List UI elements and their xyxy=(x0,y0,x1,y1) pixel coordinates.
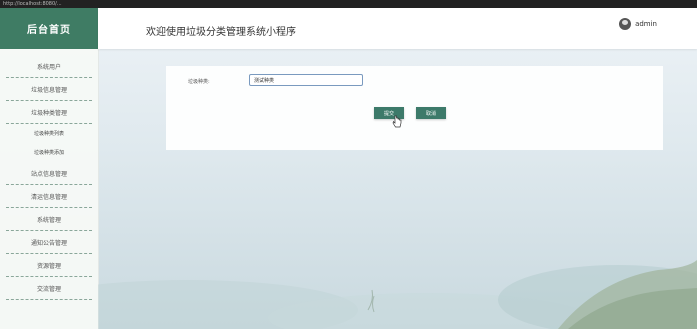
username-label[interactable]: admin xyxy=(635,20,657,28)
background-scenery xyxy=(98,260,697,329)
sidebar-brand[interactable]: 后台首页 xyxy=(0,8,98,49)
page-title: 欢迎使用垃圾分类管理系统小程序 xyxy=(146,27,296,38)
browser-topstrip: http://localhost:8080/... xyxy=(0,0,697,8)
garbage-type-input[interactable] xyxy=(249,74,363,86)
sidebar-subitem-type-add[interactable]: 垃圾种类添加 xyxy=(6,143,92,162)
sidebar-item-garbage-type[interactable]: 垃圾种类管理 xyxy=(6,101,92,124)
sidebar-item-collection-info[interactable]: 清运信息管理 xyxy=(6,185,92,208)
sidebar-item-system-users[interactable]: 系统用户 xyxy=(6,55,92,78)
garbage-type-label: 垃圾种类: xyxy=(188,79,210,85)
sidebar-item-resource-management[interactable]: 资源管理 xyxy=(6,254,92,277)
sidebar-item-garbage-info[interactable]: 垃圾信息管理 xyxy=(6,78,92,101)
cancel-button[interactable]: 取消 xyxy=(416,107,446,119)
form-panel: 垃圾种类: 提交 取消 xyxy=(166,66,663,150)
sidebar-item-exchange-management[interactable]: 交流管理 xyxy=(6,277,92,300)
sidebar-subitem-type-list[interactable]: 垃圾种类列表 xyxy=(6,124,92,143)
hand-cursor-icon xyxy=(392,115,402,128)
browser-tab-text: http://localhost:8080/... xyxy=(3,1,62,7)
sidebar-item-notice-management[interactable]: 通知公告管理 xyxy=(6,231,92,254)
avatar-icon[interactable] xyxy=(619,18,632,30)
sidebar-item-station-info[interactable]: 站点信息管理 xyxy=(6,162,92,185)
top-header: 欢迎使用垃圾分类管理系统小程序 admin xyxy=(98,8,697,49)
user-menu[interactable]: admin xyxy=(619,18,657,30)
sidebar: 后台首页 系统用户 垃圾信息管理 垃圾种类管理 垃圾种类列表 垃圾种类添加 站点… xyxy=(0,8,99,329)
sidebar-item-system-management[interactable]: 系统管理 xyxy=(6,208,92,231)
